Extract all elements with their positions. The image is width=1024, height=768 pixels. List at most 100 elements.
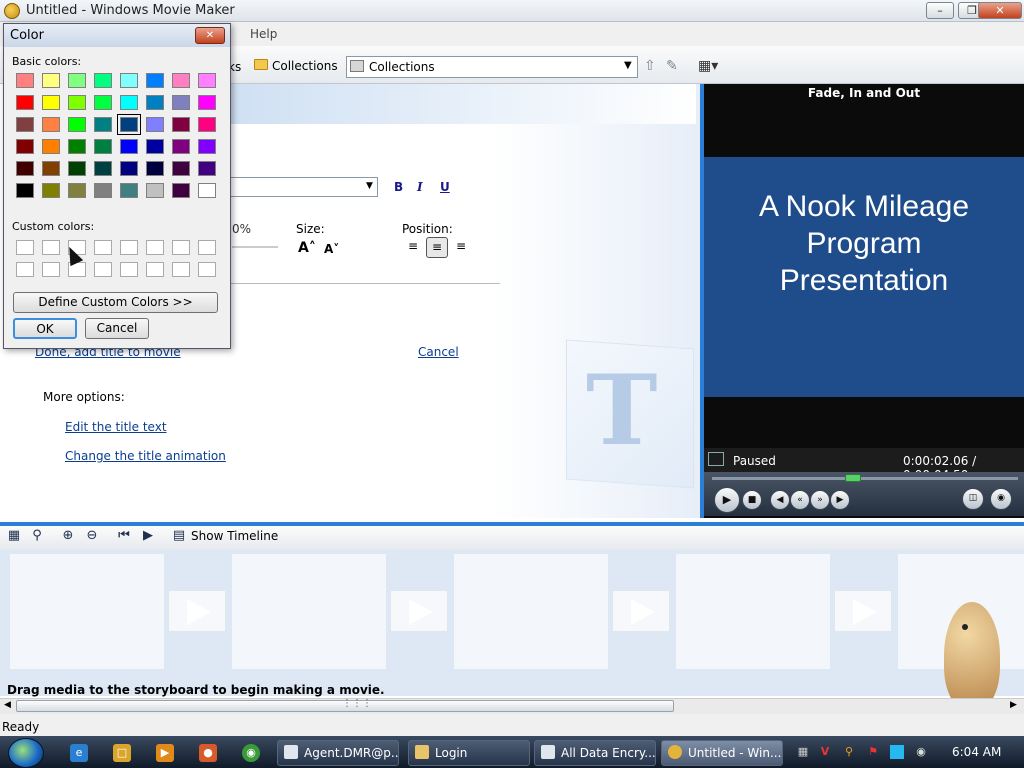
cancel-link[interactable]: Cancel [418, 345, 459, 359]
color-swatch[interactable] [117, 114, 141, 135]
transition-tile[interactable] [390, 590, 448, 632]
movie-maker-app-icon[interactable] [4, 3, 20, 19]
increase-size-icon[interactable]: A˄ [298, 240, 316, 256]
color-swatch[interactable] [120, 183, 138, 198]
fullscreen-icon[interactable] [708, 452, 724, 466]
storyboard-view-icon[interactable]: ▦ [6, 528, 22, 544]
storyboard-frame[interactable] [10, 554, 164, 669]
color-swatch[interactable] [42, 73, 60, 88]
color-swatch[interactable] [172, 183, 190, 198]
custom-color-swatch[interactable] [146, 240, 164, 255]
split-clip-icon[interactable]: ◫ [962, 488, 984, 510]
tray-flag-icon[interactable]: ⚑ [866, 745, 880, 759]
custom-color-swatch[interactable] [94, 262, 112, 277]
color-swatch[interactable] [16, 161, 34, 176]
tray-network-icon[interactable]: ▦ [796, 745, 810, 759]
zoom-in-icon[interactable]: ⊕ [60, 528, 76, 544]
color-swatch[interactable] [42, 139, 60, 154]
seek-thumb[interactable] [844, 474, 861, 482]
color-swatch[interactable] [94, 183, 112, 198]
color-swatch[interactable] [172, 139, 190, 154]
color-swatch[interactable] [172, 73, 190, 88]
color-swatch[interactable] [172, 95, 190, 110]
color-swatch[interactable] [146, 117, 164, 132]
storyboard-frame[interactable] [232, 554, 386, 669]
color-swatch[interactable] [120, 73, 138, 88]
color-swatch[interactable] [42, 183, 60, 198]
color-swatch[interactable] [68, 161, 86, 176]
color-swatch[interactable] [198, 95, 216, 110]
color-swatch[interactable] [94, 73, 112, 88]
color-swatch[interactable] [42, 117, 60, 132]
color-swatch[interactable] [146, 183, 164, 198]
rewind-icon[interactable]: « [790, 490, 810, 510]
transition-tile[interactable] [834, 590, 892, 632]
storyboard-frame[interactable] [454, 554, 608, 669]
custom-color-swatch[interactable] [94, 240, 112, 255]
color-swatch[interactable] [16, 183, 34, 198]
play-storyboard-icon[interactable]: ▶ [140, 528, 156, 544]
menu-help[interactable]: Help [250, 27, 277, 41]
up-one-level-icon[interactable]: ⇧ [644, 58, 656, 74]
tray-v-icon[interactable]: V [818, 745, 832, 759]
chevron-down-icon[interactable]: ▼ [624, 60, 632, 71]
timeline-icon[interactable]: ▤ [171, 528, 187, 544]
color-swatch[interactable] [94, 139, 112, 154]
color-swatch[interactable] [146, 161, 164, 176]
start-button[interactable] [8, 738, 44, 768]
color-swatch[interactable] [16, 117, 34, 132]
color-swatch[interactable] [94, 161, 112, 176]
custom-color-swatch[interactable] [172, 262, 190, 277]
narrate-icon[interactable]: ⚲ [29, 528, 45, 544]
close-icon[interactable]: ✕ [195, 27, 225, 44]
color-swatch[interactable] [198, 139, 216, 154]
cancel-button[interactable]: Cancel [85, 318, 149, 339]
next-frame-icon[interactable]: ▶ [830, 490, 850, 510]
custom-color-swatch[interactable] [120, 240, 138, 255]
custom-color-swatch[interactable] [42, 262, 60, 277]
seek-bar[interactable] [712, 477, 1018, 480]
color-swatch[interactable] [146, 73, 164, 88]
color-swatch[interactable] [94, 95, 112, 110]
custom-color-swatch[interactable] [172, 240, 190, 255]
media-player-icon[interactable]: ▶ [156, 744, 174, 762]
minimize-button[interactable]: – [926, 2, 954, 19]
scroll-right-icon[interactable]: ▶ [1010, 700, 1017, 710]
change-title-animation-link[interactable]: Change the title animation [65, 449, 226, 463]
new-folder-icon[interactable]: ✎ [666, 58, 678, 74]
tray-search-icon[interactable]: ⚲ [842, 745, 856, 759]
rewind-storyboard-icon[interactable]: ⏮ [116, 528, 132, 544]
align-left-icon[interactable]: ≡ [402, 237, 424, 258]
custom-color-swatch[interactable] [16, 262, 34, 277]
custom-color-swatch[interactable] [198, 240, 216, 255]
ok-button[interactable]: OK [13, 318, 77, 339]
collections-button[interactable]: Collections [252, 56, 338, 76]
color-swatch[interactable] [198, 161, 216, 176]
custom-color-swatch[interactable] [198, 262, 216, 277]
color-swatch[interactable] [198, 117, 216, 132]
color-swatch[interactable] [42, 161, 60, 176]
camera-icon[interactable]: ◉ [990, 488, 1012, 510]
custom-color-swatch[interactable] [146, 262, 164, 277]
transition-tile[interactable] [168, 590, 226, 632]
color-swatch[interactable] [120, 95, 138, 110]
color-swatch[interactable] [146, 139, 164, 154]
color-swatch[interactable] [68, 117, 86, 132]
color-swatch[interactable] [68, 95, 86, 110]
stop-icon[interactable]: ■ [742, 490, 762, 510]
color-swatch[interactable] [68, 73, 86, 88]
previous-frame-icon[interactable]: ◀ [770, 490, 790, 510]
color-swatch[interactable] [120, 139, 138, 154]
color-swatch[interactable] [198, 73, 216, 88]
tray-volume-icon[interactable]: ◉ [914, 745, 928, 759]
color-swatch[interactable] [120, 161, 138, 176]
custom-color-swatch[interactable] [120, 262, 138, 277]
app-shortcut-icon[interactable]: ● [199, 744, 217, 762]
tray-display-icon[interactable] [890, 745, 904, 759]
italic-button[interactable]: I [417, 180, 423, 194]
bold-button[interactable]: B [394, 180, 403, 194]
chevron-down-icon[interactable]: ▼ [366, 181, 373, 191]
transparency-slider[interactable] [232, 246, 278, 248]
color-swatch[interactable] [16, 73, 34, 88]
define-custom-colors-button[interactable]: Define Custom Colors >> [13, 292, 218, 313]
